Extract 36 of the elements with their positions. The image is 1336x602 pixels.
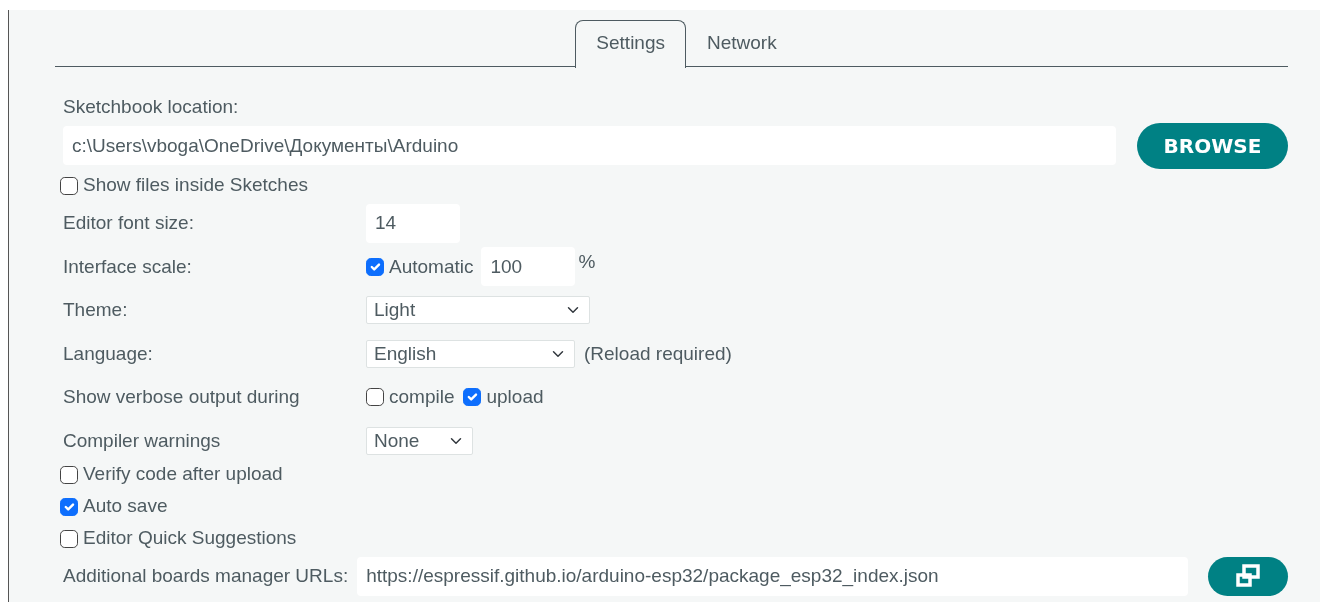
- windows-icon: [1235, 564, 1261, 588]
- checkbox[interactable]: [463, 388, 482, 407]
- checkbox[interactable]: [60, 529, 78, 548]
- field-label: Additional boards manager URLs:: [63, 563, 349, 588]
- tab[interactable]: Settings: [575, 20, 686, 68]
- checkbox-label: upload: [486, 385, 544, 409]
- number-field[interactable]: 14: [366, 203, 460, 243]
- browse-button[interactable]: BROWSE: [1137, 122, 1288, 169]
- dropdown[interactable]: Light: [366, 296, 590, 325]
- checkbox-label: Show files inside Sketches: [83, 173, 308, 198]
- field-label: Language:: [63, 341, 154, 366]
- url-field[interactable]: https://espressif.github.io/arduino-esp32/package_esp32_index.json: [357, 556, 1188, 596]
- checkbox[interactable]: [366, 257, 384, 276]
- field-label: Compiler warnings: [63, 428, 222, 453]
- field-label: Show verbose output during: [63, 385, 301, 409]
- checkbox-label: Automatic: [389, 254, 474, 279]
- checkbox[interactable]: [60, 176, 78, 195]
- checkbox-label: Editor Quick Suggestions: [83, 526, 297, 551]
- checkbox[interactable]: [60, 497, 78, 516]
- checkbox-label: Auto save: [83, 494, 168, 519]
- open-editor-button[interactable]: [1208, 556, 1288, 596]
- field-label: Theme:: [63, 298, 129, 322]
- checkbox[interactable]: [366, 388, 384, 407]
- field-label: Sketchbook location:: [63, 95, 240, 119]
- number-field[interactable]: 100: [481, 247, 576, 287]
- unit-label: %: [578, 249, 596, 274]
- field-label: Interface scale:: [63, 254, 193, 279]
- dropdown[interactable]: None: [366, 426, 473, 455]
- checkbox[interactable]: [60, 465, 78, 484]
- checkbox-label: compile: [389, 385, 455, 409]
- field-label: Editor font size:: [63, 211, 195, 235]
- dropdown[interactable]: English: [366, 339, 575, 368]
- note-text: (Reload required): [584, 341, 732, 366]
- path-field[interactable]: c:\Users\vboga\OneDrive\Документы\Arduino: [63, 126, 1116, 165]
- tab[interactable]: Network: [686, 20, 798, 68]
- checkbox-label: Verify code after upload: [83, 462, 283, 487]
